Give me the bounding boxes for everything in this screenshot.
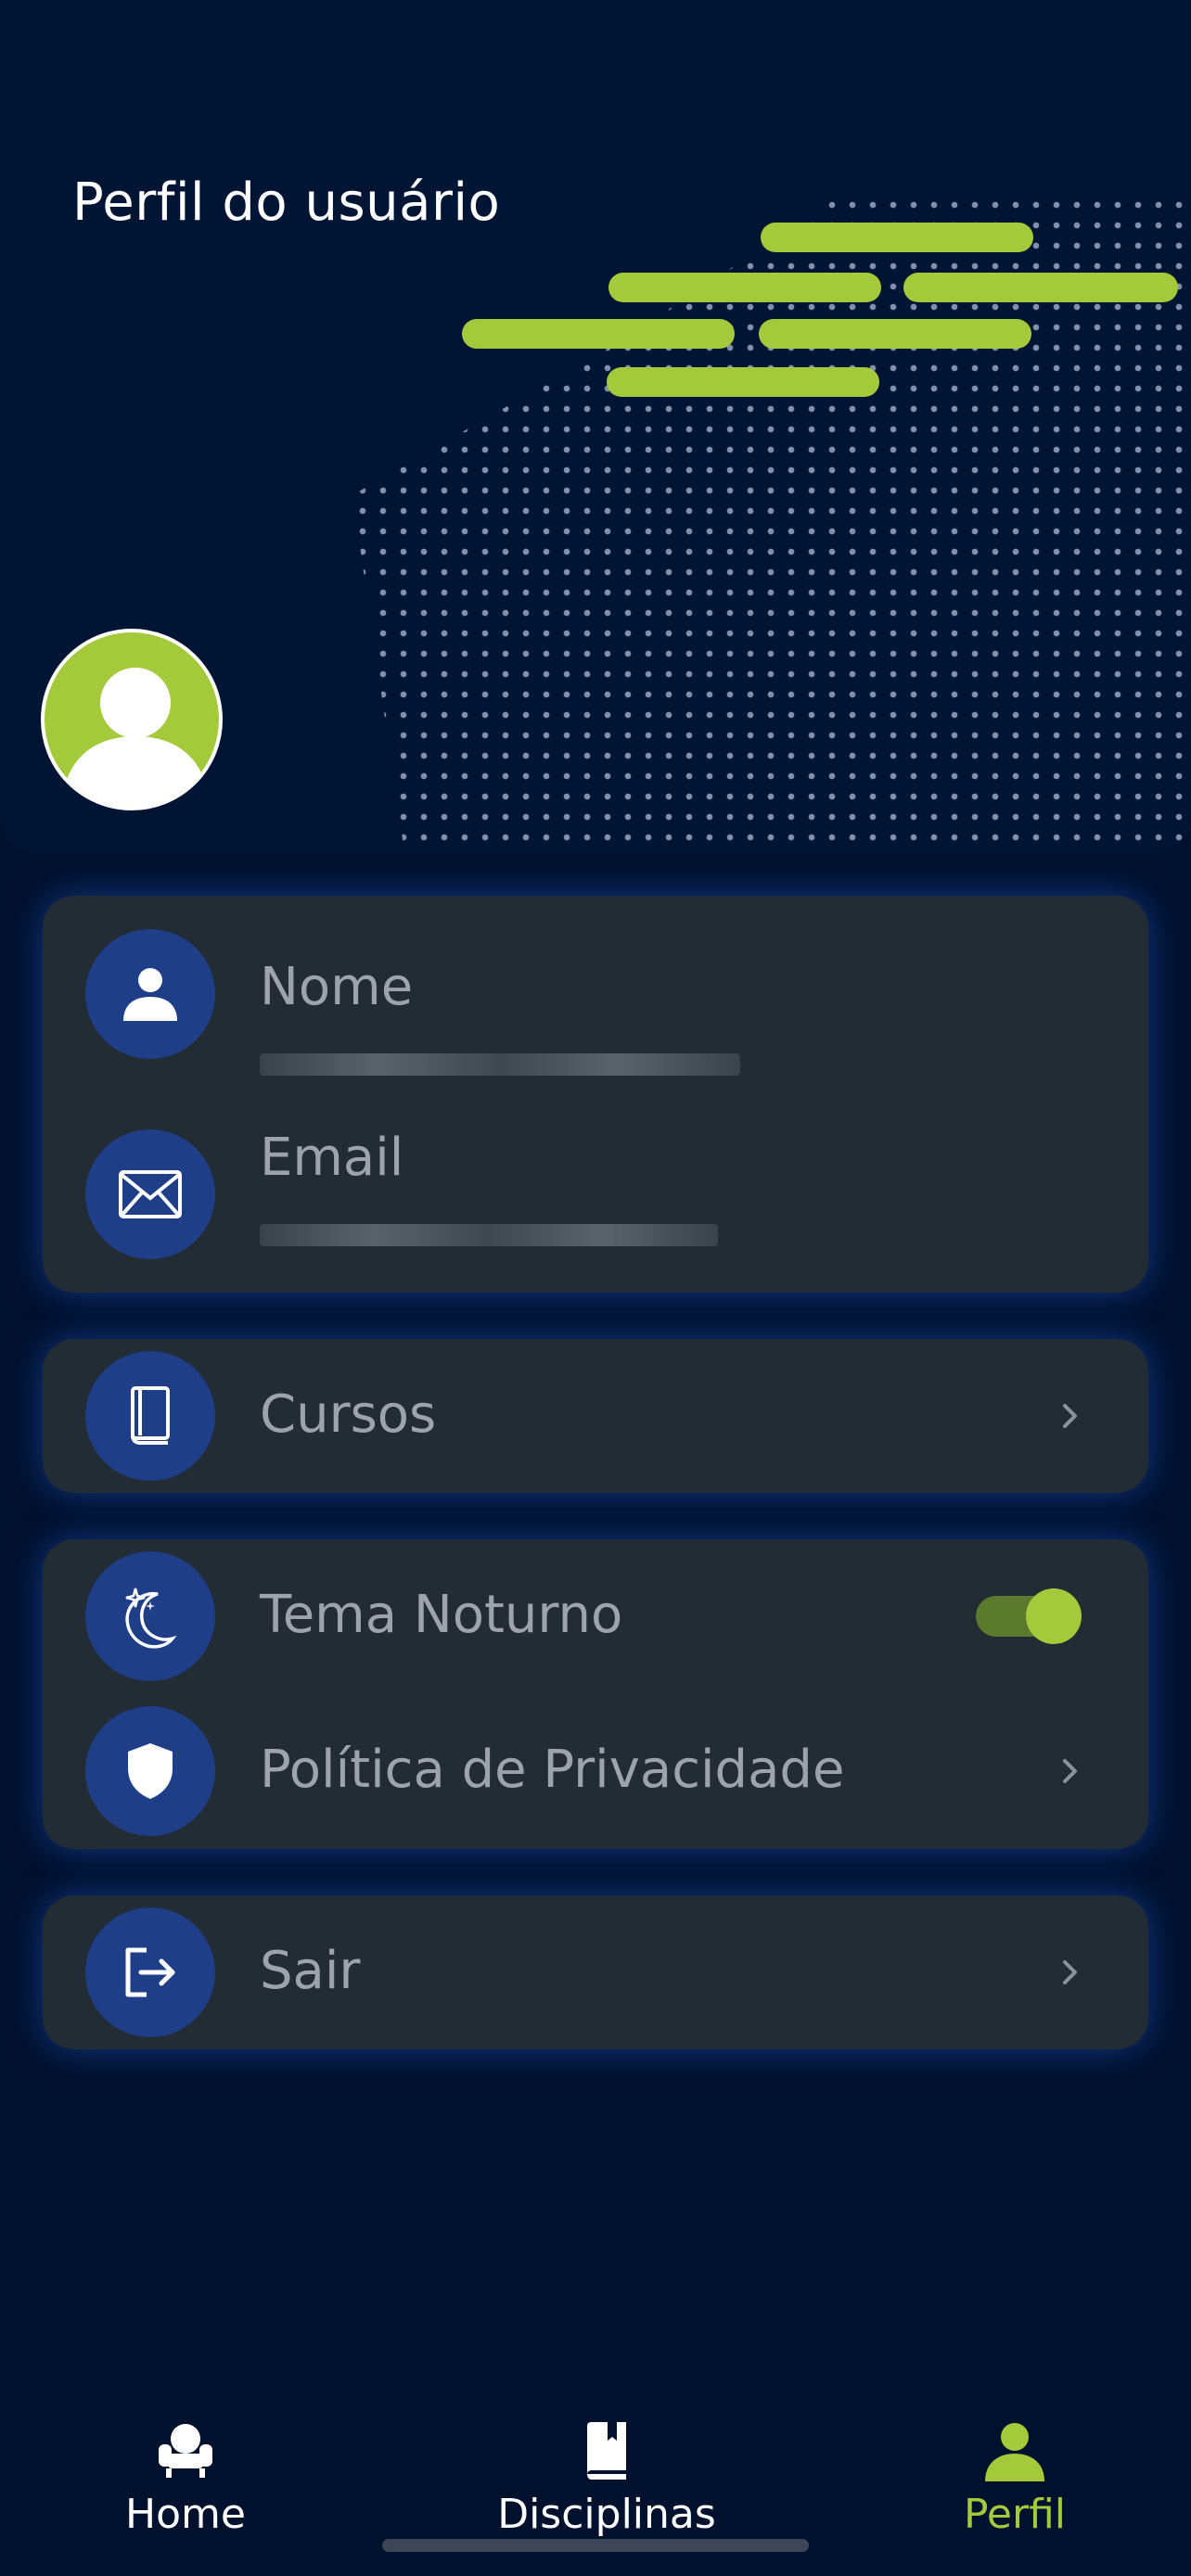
logout-icon-circle bbox=[85, 1907, 215, 2037]
decor-bar bbox=[759, 319, 1031, 349]
profile-info-card: Nome Email bbox=[43, 896, 1148, 1293]
book-icon bbox=[131, 1386, 170, 1445]
email-row: Email bbox=[43, 1128, 1148, 1259]
privacy-policy-row[interactable]: Política de Privacidade bbox=[43, 1706, 1148, 1836]
nav-item-disciplinas[interactable]: Disciplinas bbox=[467, 2407, 746, 2538]
moon-stars-icon bbox=[125, 1588, 177, 1649]
avatar[interactable] bbox=[41, 629, 223, 810]
decor-bar bbox=[761, 223, 1033, 252]
toggle-knob bbox=[1026, 1588, 1082, 1644]
chevron-right-icon bbox=[1063, 1960, 1077, 1984]
shield-icon-circle bbox=[85, 1706, 215, 1836]
dark-theme-row: Tema Noturno bbox=[43, 1551, 1148, 1681]
settings-card: Tema Noturno Política de Privacidade bbox=[43, 1539, 1148, 1849]
logout-label: Sair bbox=[260, 1941, 361, 2001]
nav-item-home[interactable]: Home bbox=[46, 2407, 325, 2538]
decor-bar bbox=[608, 273, 881, 302]
moon-icon-circle bbox=[85, 1551, 215, 1681]
book-icon-circle bbox=[85, 1351, 215, 1481]
dark-theme-label: Tema Noturno bbox=[260, 1585, 623, 1645]
profile-screen: Perfil do usuário Nome Email Cursos Tema… bbox=[0, 0, 1191, 2576]
armchair-icon bbox=[46, 2407, 325, 2481]
courses-label: Cursos bbox=[260, 1384, 437, 1445]
courses-row[interactable]: Cursos bbox=[43, 1351, 1148, 1481]
nav-item-perfil[interactable]: Perfil bbox=[876, 2407, 1154, 2538]
name-value bbox=[260, 1053, 740, 1076]
decor-bar bbox=[607, 367, 879, 397]
dark-theme-toggle[interactable] bbox=[976, 1588, 1082, 1644]
decor-bar bbox=[462, 319, 735, 349]
user-icon-circle bbox=[85, 929, 215, 1059]
shield-icon bbox=[128, 1743, 173, 1799]
nav-label-disciplinas: Disciplinas bbox=[497, 2491, 716, 2538]
nav-label-perfil: Perfil bbox=[963, 2491, 1067, 2538]
envelope-icon-circle bbox=[85, 1129, 215, 1259]
home-indicator[interactable] bbox=[382, 2539, 809, 2552]
logout-icon bbox=[125, 1947, 175, 1997]
envelope-icon bbox=[119, 1170, 182, 1218]
decor-bar bbox=[903, 273, 1178, 302]
email-value bbox=[260, 1224, 718, 1246]
book-icon bbox=[467, 2407, 746, 2481]
chevron-right-icon bbox=[1063, 1404, 1077, 1428]
person-icon bbox=[876, 2407, 1154, 2481]
privacy-policy-label: Política de Privacidade bbox=[260, 1740, 845, 1800]
nav-label-home: Home bbox=[125, 2491, 246, 2538]
name-row: Nome bbox=[43, 929, 1148, 1076]
email-label: Email bbox=[260, 1128, 404, 1188]
person-icon bbox=[61, 668, 210, 807]
logout-card[interactable]: Sair bbox=[43, 1895, 1148, 2049]
page-title: Perfil do usuário bbox=[72, 172, 501, 233]
chevron-right-icon bbox=[1063, 1759, 1077, 1783]
name-label: Nome bbox=[260, 957, 414, 1017]
user-icon bbox=[123, 968, 177, 1021]
courses-card[interactable]: Cursos bbox=[43, 1339, 1148, 1493]
logout-row[interactable]: Sair bbox=[43, 1907, 1148, 2037]
profile-header: Perfil do usuário bbox=[0, 0, 1191, 853]
